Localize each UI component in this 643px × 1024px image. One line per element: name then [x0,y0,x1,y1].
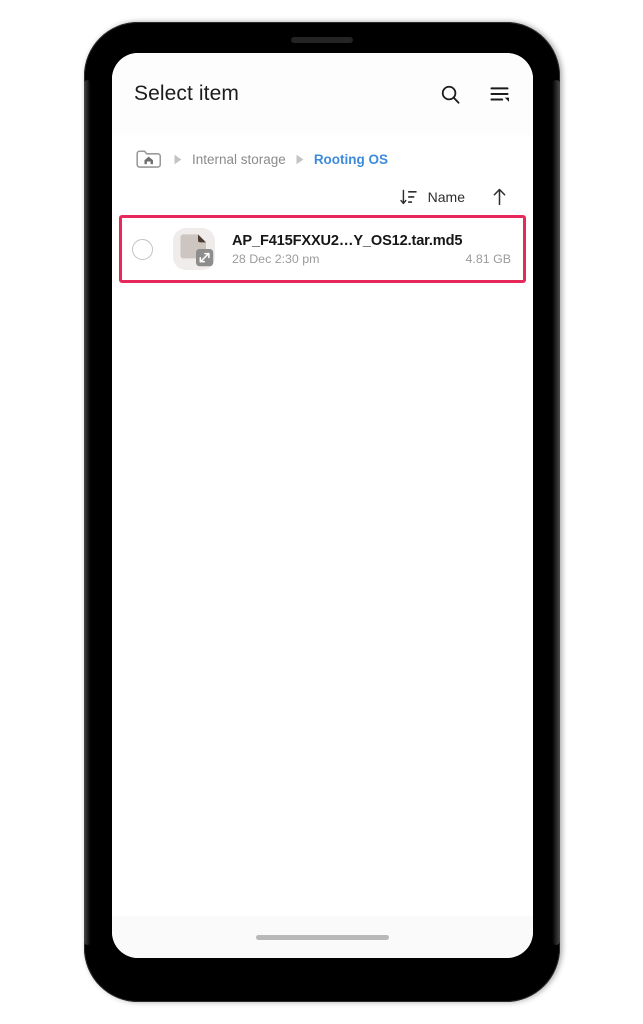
file-details: AP_F415FXXU2…Y_OS12.tar.md5 28 Dec 2:30 … [232,233,511,266]
archive-file-icon [170,225,218,273]
phone-frame-left-edge [84,80,91,945]
sort-descending-icon[interactable] [399,188,419,207]
file-size: 4.81 GB [465,251,511,266]
chevron-right-icon [296,154,304,164]
breadcrumb-item-rooting-os[interactable]: Rooting OS [314,152,388,167]
header-actions [438,82,511,106]
file-select-checkbox[interactable] [132,238,153,260]
file-subtitle-row: 28 Dec 2:30 pm 4.81 GB [232,252,511,266]
breadcrumb: Internal storage Rooting OS [112,135,533,177]
file-list: AP_F415FXXU2…Y_OS12.tar.md5 28 Dec 2:30 … [112,215,533,283]
sort-list-menu-icon[interactable] [487,82,511,106]
file-name: AP_F415FXXU2…Y_OS12.tar.md5 [232,232,463,249]
gesture-handle[interactable] [256,934,389,940]
phone-screen: Select item Internal storage Rooting OS … [112,53,533,958]
search-icon[interactable] [438,82,462,106]
home-folder-icon[interactable] [134,146,164,172]
earpiece-speaker-grille [291,37,353,43]
page-title: Select item [134,82,239,105]
sort-bar: Name [112,177,533,215]
phone-frame-right-edge [552,80,560,945]
sort-field-label[interactable]: Name [428,189,465,205]
app-header: Select item [112,53,533,135]
breadcrumb-item-internal-storage[interactable]: Internal storage [192,152,286,167]
file-modified-date: 28 Dec 2:30 pm [232,251,320,266]
chevron-right-icon [174,154,182,164]
table-row[interactable]: AP_F415FXXU2…Y_OS12.tar.md5 28 Dec 2:30 … [122,218,523,280]
arrow-up-icon[interactable] [490,187,509,207]
highlight-annotation-box: AP_F415FXXU2…Y_OS12.tar.md5 28 Dec 2:30 … [119,215,526,283]
system-navigation-bar [112,916,533,958]
